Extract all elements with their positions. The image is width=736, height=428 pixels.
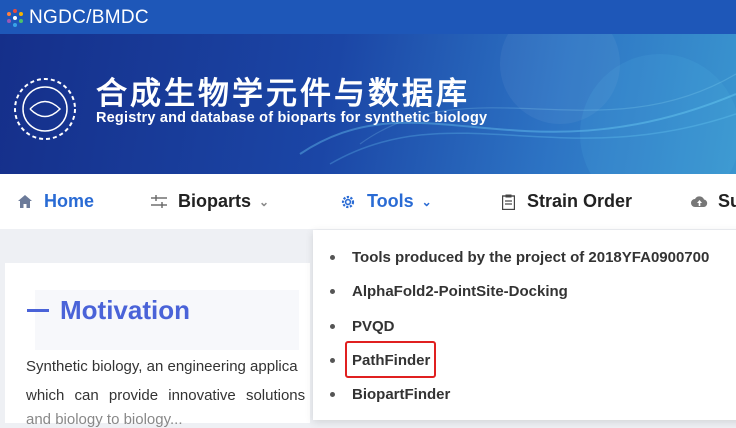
bullet-icon xyxy=(330,357,335,363)
tools-dropdown-menu: Tools produced by the project of 2018YFA… xyxy=(313,230,736,420)
menu-item-label: BiopartFinder xyxy=(352,385,451,403)
chevron-down-icon: ⌄ xyxy=(421,194,432,209)
cloud-upload-icon xyxy=(690,193,708,211)
dna-ring-icon xyxy=(14,78,76,140)
banner-title-cn: 合成生物学元件与数据库 xyxy=(96,76,470,111)
paragraph-line: and biology to biology... xyxy=(26,411,183,428)
nav-submit[interactable]: Su xyxy=(690,174,736,229)
bullet-icon xyxy=(330,288,335,294)
main-nav: Home Bioparts ⌄ Tools ⌄ Strain Order Su xyxy=(0,174,736,229)
pathfinder-highlight-box xyxy=(345,341,436,378)
menu-item-label: PVQD xyxy=(352,317,395,335)
banner: 合成生物学元件与数据库 Registry and database of bio… xyxy=(0,34,736,174)
nav-bioparts[interactable]: Bioparts ⌄ xyxy=(150,174,269,229)
menu-item-biopartfinder[interactable]: BiopartFinder xyxy=(330,382,450,406)
nav-bioparts-label: Bioparts xyxy=(178,191,252,211)
nav-home[interactable]: Home xyxy=(16,174,94,229)
nav-home-label: Home xyxy=(44,191,95,211)
bullet-icon xyxy=(330,391,335,397)
nav-tools-label: Tools xyxy=(367,191,414,211)
home-icon xyxy=(16,193,34,211)
paragraph-line: Synthetic biology, an engineering applic… xyxy=(26,358,298,375)
clipboard-icon xyxy=(499,193,517,211)
menu-item-pvqd[interactable]: PVQD xyxy=(330,314,395,338)
chevron-down-icon: ⌄ xyxy=(259,194,270,209)
nav-submit-label: Su xyxy=(718,191,736,211)
menu-item-alphafold2-docking[interactable]: AlphaFold2-PointSite-Docking xyxy=(330,279,568,303)
menu-item-label: AlphaFold2-PointSite-Docking xyxy=(352,282,568,300)
nav-tools[interactable]: Tools ⌄ xyxy=(339,174,432,229)
section-heading: Motivation xyxy=(60,295,190,325)
molecule-dots-icon xyxy=(7,9,23,27)
nav-strain-order[interactable]: Strain Order xyxy=(499,174,632,229)
sliders-icon xyxy=(150,193,168,211)
bullet-icon xyxy=(330,254,335,260)
menu-item-project-tools[interactable]: Tools produced by the project of 2018YFA… xyxy=(330,245,709,269)
menu-item-label: Tools produced by the project of 2018YFA… xyxy=(352,248,710,266)
bullet-icon xyxy=(330,323,335,329)
gear-icon xyxy=(339,193,357,211)
heading-accent-bar xyxy=(27,309,49,312)
banner-title-en: Registry and database of bioparts for sy… xyxy=(96,110,488,126)
site-name[interactable]: NGDC/BMDC xyxy=(29,7,149,29)
top-strip: NGDC/BMDC xyxy=(0,0,736,34)
nav-strain-order-label: Strain Order xyxy=(527,191,633,211)
paragraph-line: which can provide innovative solutions xyxy=(26,387,306,404)
